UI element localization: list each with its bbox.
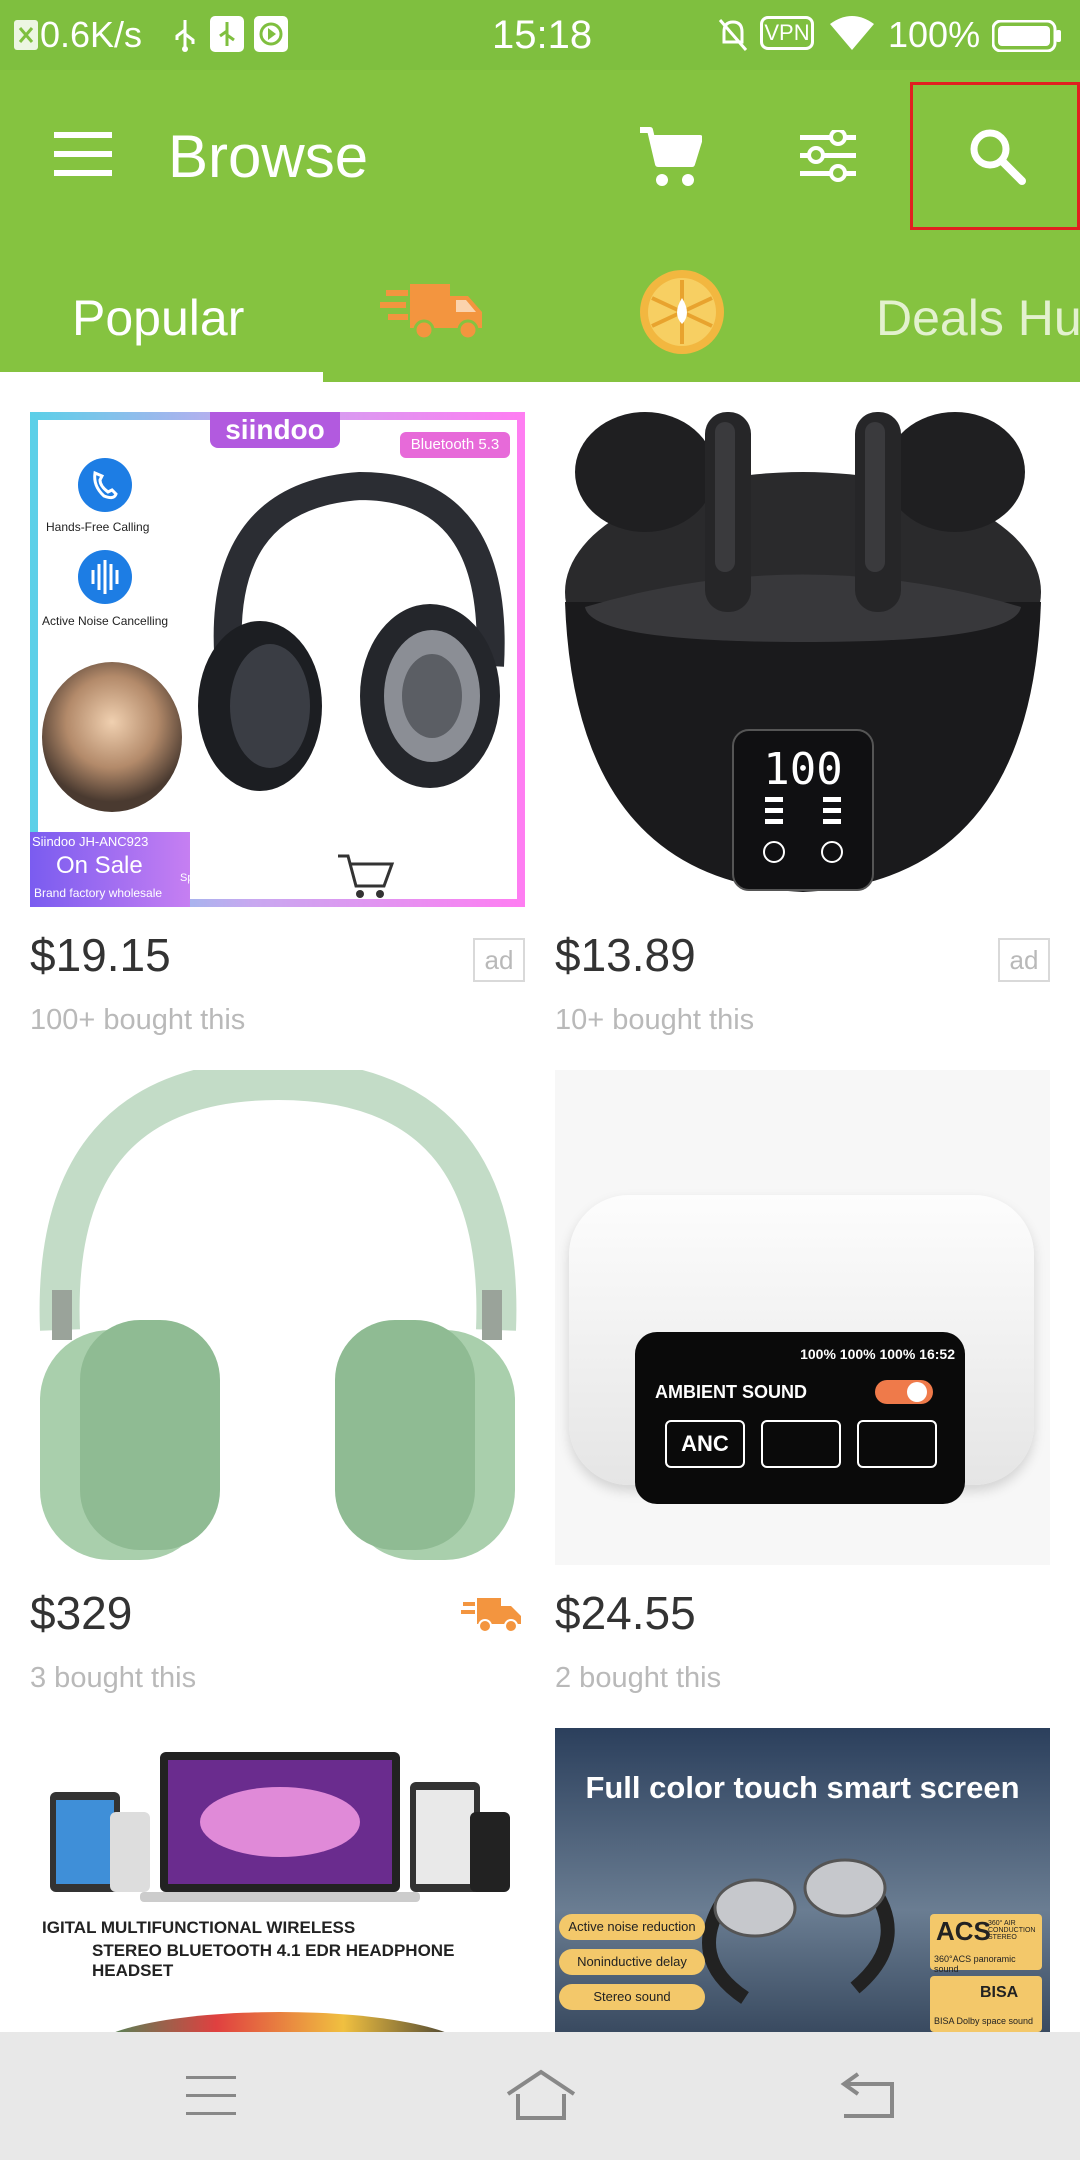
product-card[interactable]: IGITAL MULTIFUNCTIONAL WIRELESS STEREO B… — [30, 1728, 525, 2032]
product-image[interactable]: 100% 100% 100% 16:52 AMBIENT SOUND ANC — [555, 1070, 1050, 1565]
product-card[interactable]: 100 $13.89 ad 10+ bought this — [555, 412, 1050, 1052]
notification-x-icon — [14, 20, 38, 50]
headline-line2: STEREO BLUETOOTH 4.1 EDR HEADPHONE HEADS… — [92, 1941, 455, 1980]
anc-mode: ANC — [665, 1420, 745, 1468]
shopping-cart-graphic — [338, 854, 395, 898]
usb-debug-icon — [210, 16, 244, 52]
open-ear-earbuds — [702, 1858, 895, 2004]
bisa-badge: BISA BISA Dolby space sound — [930, 1976, 1042, 2032]
product-image[interactable]: Full color touch smart screen Active noi… — [555, 1728, 1050, 2032]
search-icon[interactable] — [968, 127, 1026, 185]
product-image[interactable]: siindoo Bluetooth 5.3 Hands-Free Calling… — [30, 412, 525, 907]
sold-count: 3 bought this — [30, 1662, 197, 1694]
ambient-label: AMBIENT SOUND — [655, 1382, 807, 1402]
tab-deals-hub[interactable]: Deals Hub — [876, 250, 1080, 372]
ad-badge: ad — [473, 938, 525, 982]
product-card[interactable]: siindoo Bluetooth 5.3 Hands-Free Calling… — [30, 412, 525, 1052]
feature-anc-tag: Active noise reduction — [559, 1914, 705, 1940]
phone-call-icon — [78, 458, 132, 512]
battery-icon — [992, 20, 1061, 52]
earbuds-case-illustration: 100 — [565, 412, 1041, 892]
ad-headline: Full color touch smart screen — [585, 1770, 1020, 1805]
status-bar: 0.6K/s 15:18 VPN 100% — [0, 0, 1080, 70]
clock: 15:18 — [492, 13, 593, 57]
ad-badge: ad — [998, 938, 1050, 982]
touch-screen: 100% 100% 100% 16:52 AMBIENT SOUND ANC — [635, 1332, 965, 1504]
vpn-icon: VPN — [760, 16, 814, 50]
sold-count: 2 bought this — [555, 1662, 722, 1694]
standby-spec: life Standby time 132H — [410, 882, 511, 893]
product-card[interactable]: Full color touch smart screen Active noi… — [555, 1728, 1050, 2032]
app-bar: Browse — [0, 70, 1080, 250]
bluetooth-tag: Bluetooth 5.3 — [400, 432, 510, 458]
product-card[interactable]: 100% 100% 100% 16:52 AMBIENT SOUND ANC $… — [555, 1070, 1050, 1710]
acs-badge: ACS 360° AIR CONDUCTION STEREO 360°ACS p… — [930, 1914, 1042, 1974]
home-icon[interactable] — [506, 2068, 576, 2124]
product-image[interactable] — [30, 1070, 525, 1565]
product-price: $13.89 — [555, 929, 696, 981]
product-image[interactable]: IGITAL MULTIFUNCTIONAL WIRELESS STEREO B… — [30, 1728, 525, 2032]
tab-deals-hub-label: Deals Hub — [876, 290, 1080, 346]
model-name: Siindoo JH-ANC923 — [32, 834, 149, 849]
tab-shipping[interactable] — [380, 268, 500, 358]
tab-indicator — [0, 372, 323, 382]
green-headphones-illustration — [39, 1070, 517, 1560]
feature-stereo-tag: Stereo sound — [559, 1984, 705, 2010]
coin-drop-icon — [640, 270, 724, 354]
on-sale-label: On Sale — [56, 852, 143, 879]
back-icon[interactable] — [840, 2072, 896, 2120]
delivery-truck-icon — [380, 284, 482, 341]
product-price: $19.15 — [30, 929, 171, 981]
brand-logo: siindoo — [210, 412, 340, 448]
feature-delay-tag: Noninductive delay — [559, 1949, 705, 1975]
filter-sliders-icon[interactable] — [800, 130, 856, 182]
play-store-icon — [254, 16, 288, 52]
tab-popular[interactable]: Popular — [0, 250, 323, 382]
cart-icon[interactable] — [638, 126, 702, 188]
headline-line1: IGITAL MULTIFUNCTIONAL WIRELESS — [42, 1918, 356, 1937]
sold-count: 100+ bought this — [30, 1004, 246, 1036]
search-button[interactable] — [910, 82, 1080, 230]
transparency-mode — [761, 1420, 841, 1468]
ambient-mode — [857, 1420, 937, 1468]
silent-bell-icon — [718, 19, 748, 51]
product-image[interactable]: 100 — [555, 412, 1050, 907]
product-card[interactable]: $329 3 bought this — [30, 1070, 525, 1710]
recents-menu-icon[interactable] — [186, 2076, 236, 2116]
wholesale-label: Brand factory wholesale — [34, 886, 163, 900]
screen-status: 100% 100% 100% 16:52 — [800, 1346, 955, 1362]
svg-text:100: 100 — [763, 744, 842, 795]
system-nav-bar — [0, 2032, 1080, 2160]
menu-icon[interactable] — [54, 132, 112, 176]
category-tabs: Popular Deals Hub — [0, 250, 1080, 382]
battery-spec: 400MAH Battery — [410, 868, 484, 879]
battery-percent: 100% — [888, 14, 981, 55]
headphones-illustration — [198, 471, 505, 791]
network-speed: 0.6K/s — [40, 14, 143, 55]
sold-count: 10+ bought this — [555, 1004, 755, 1036]
usb-icon — [175, 20, 195, 52]
tab-coins[interactable] — [638, 268, 728, 358]
page-title: Browse — [168, 123, 369, 190]
feature-hands-free: Hands-Free Calling — [46, 520, 150, 534]
model-photo — [42, 662, 182, 812]
devices-illustration — [50, 1752, 510, 1902]
wifi-icon — [830, 16, 874, 50]
tab-popular-label: Popular — [72, 290, 245, 346]
noise-cancel-icon — [78, 550, 132, 604]
shipping-truck-icon — [461, 1598, 521, 1633]
driver-spec: Speaker Driver Units:Φ40mm — [180, 872, 324, 884]
product-price: $24.55 — [555, 1587, 696, 1639]
product-price: $329 — [30, 1587, 133, 1639]
